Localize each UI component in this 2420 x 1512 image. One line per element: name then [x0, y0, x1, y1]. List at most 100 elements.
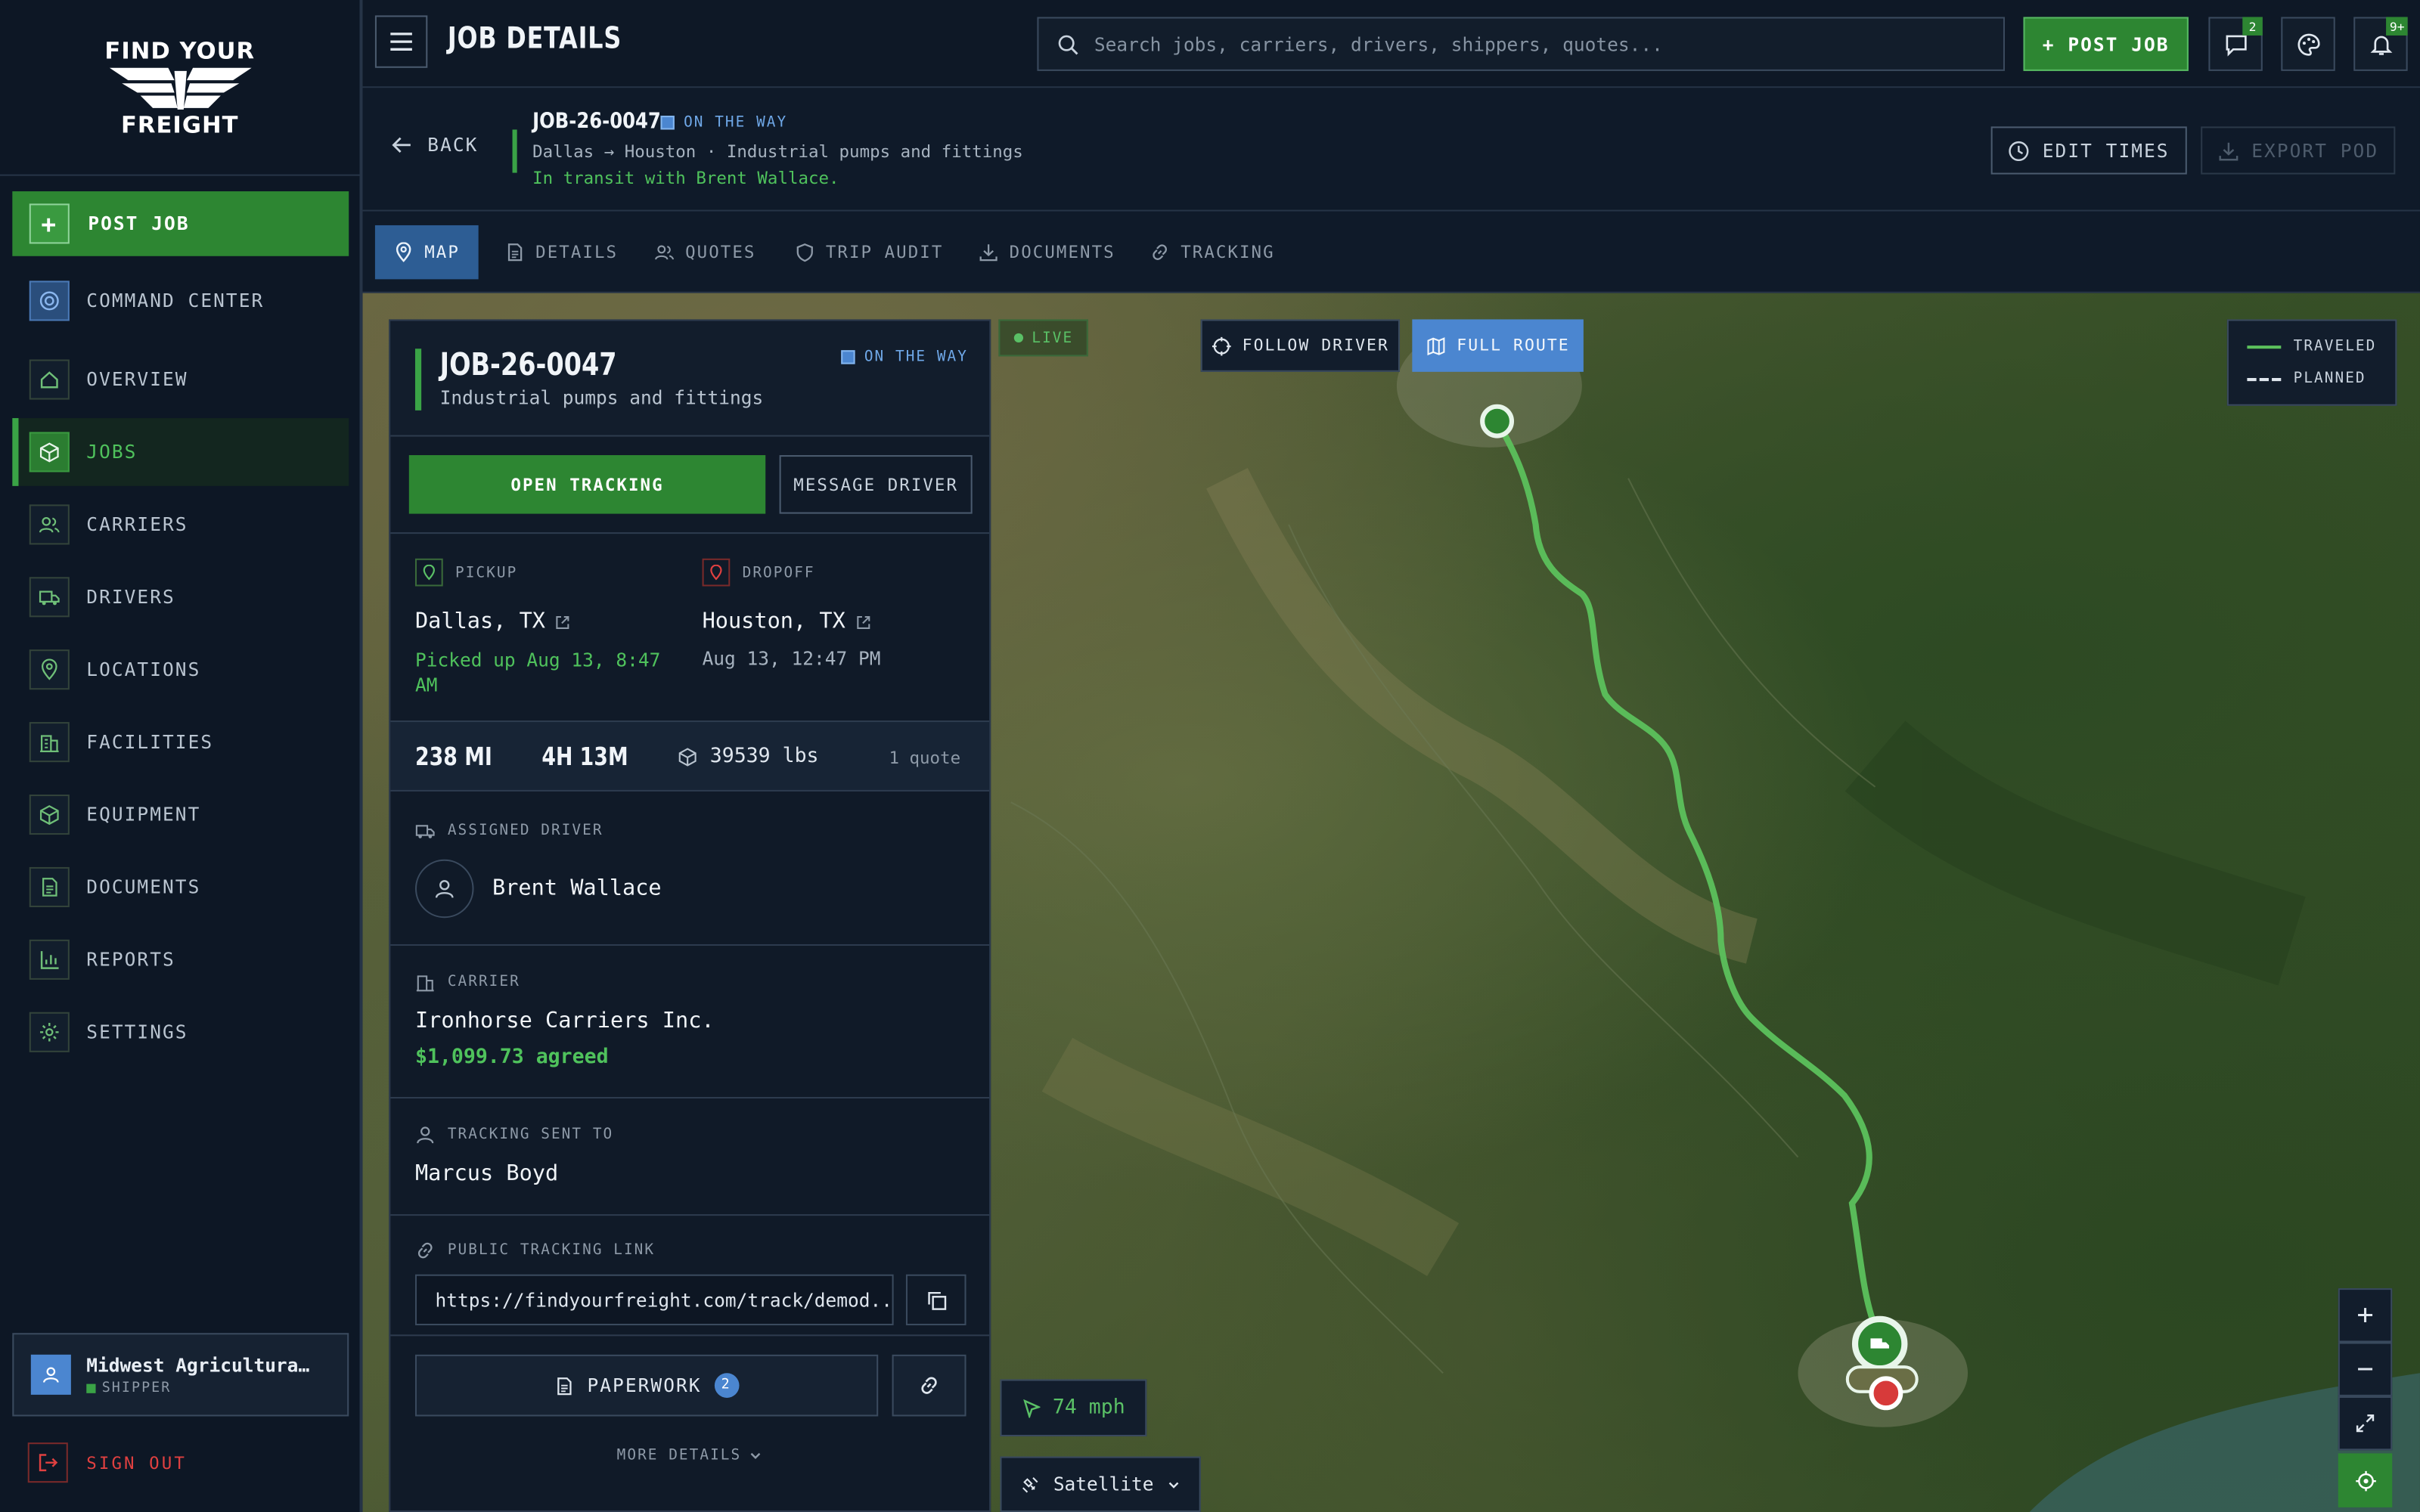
dropoff-city-text: Houston, TX — [702, 609, 845, 634]
sidebar-item-label: DOCUMENTS — [86, 876, 201, 898]
job-card-status-label: ON THE WAY — [864, 349, 968, 366]
job-card-header: JOB-26-0047 Industrial pumps and fitting… — [390, 321, 990, 437]
pickup-label: PICKUP — [414, 558, 518, 587]
map-layer-label: Satellite — [1053, 1473, 1154, 1495]
sidebar-item-reports[interactable]: REPORTS — [12, 925, 349, 993]
dropoff-city[interactable]: Houston, TX — [703, 609, 872, 634]
carrier-name[interactable]: Ironhorse Carriers Inc. — [415, 1009, 715, 1034]
sidebar-item-locations[interactable]: LOCATIONS — [12, 636, 349, 704]
tab-quotes[interactable]: QUOTES — [636, 225, 774, 279]
map-layer-select[interactable]: Satellite — [1000, 1456, 1201, 1512]
sidebar-item-command-center[interactable]: COMMAND CENTER — [12, 267, 349, 335]
sidebar-item-label: LOCATIONS — [86, 658, 201, 680]
sidebar-post-job-button[interactable]: + POST JOB — [12, 191, 349, 256]
zoom-out-button[interactable]: − — [2338, 1342, 2393, 1396]
sidebar-item-jobs[interactable]: JOBS — [12, 418, 349, 486]
shield-icon — [796, 243, 813, 262]
distance-stat: 238 MI — [414, 742, 492, 772]
logo-top-text: FIND YOUR — [104, 36, 256, 64]
map-pin-icon — [702, 558, 731, 587]
back-button[interactable]: BACK — [390, 135, 478, 156]
tab-details[interactable]: DETAILS — [486, 225, 637, 279]
map-icon — [1427, 336, 1445, 355]
recenter-button[interactable] — [2338, 1453, 2393, 1507]
sign-out-label: SIGN OUT — [86, 1452, 187, 1473]
tracking-link-field[interactable]: https://findyourfreight.com/track/demod.… — [414, 1274, 894, 1326]
speed-indicator: 74 mph — [1000, 1379, 1147, 1436]
pickup-label-text: PICKUP — [455, 563, 518, 581]
global-search[interactable] — [1037, 17, 2005, 71]
sidebar-item-label: EQUIPMENT — [86, 804, 201, 826]
tab-label: DETAILS — [535, 242, 619, 262]
sidebar: FIND YOUR FREIGHT + POST JOB COMMAND CEN… — [0, 0, 363, 1512]
user-avatar-icon — [30, 1354, 71, 1395]
assigned-driver-label: ASSIGNED DRIVER — [415, 821, 603, 841]
dropoff-marker[interactable] — [1869, 1376, 1903, 1411]
menu-toggle-button[interactable] — [374, 15, 428, 68]
tracking-sent-label: TRACKING SENT TO — [415, 1125, 613, 1145]
box-icon — [29, 432, 70, 472]
truck-position-marker[interactable] — [1851, 1315, 1908, 1372]
sidebar-item-facilities[interactable]: FACILITIES — [12, 708, 349, 776]
weight-stat-text: 39539 lbs — [709, 745, 819, 769]
logo-bottom-text: FREIGHT — [120, 110, 239, 138]
message-driver-button[interactable]: MESSAGE DRIVER — [779, 455, 973, 514]
sidebar-item-carriers[interactable]: CARRIERS — [12, 491, 349, 559]
sidebar-item-drivers[interactable]: DRIVERS — [12, 563, 349, 631]
user-account-card[interactable]: Midwest Agricultural... SHIPPER — [12, 1333, 349, 1417]
sidebar-item-overview[interactable]: OVERVIEW — [12, 345, 349, 414]
app-root: FIND YOUR FREIGHT + POST JOB COMMAND CEN… — [0, 0, 2420, 1512]
fullscreen-button[interactable] — [2338, 1396, 2393, 1451]
tab-tracking[interactable]: TRACKING — [1131, 225, 1293, 279]
palette-icon — [2297, 33, 2319, 55]
more-details-toggle[interactable]: MORE DETAILS — [390, 1447, 989, 1464]
messages-button[interactable]: 2 — [2208, 17, 2263, 71]
share-link-button[interactable] — [892, 1354, 966, 1417]
tab-documents[interactable]: DOCUMENTS — [960, 225, 1134, 279]
paperwork-button[interactable]: PAPERWORK 2 — [414, 1354, 879, 1417]
link-icon — [417, 1242, 433, 1259]
search-icon — [1058, 34, 1078, 54]
copy-link-button[interactable] — [905, 1274, 966, 1326]
planned-swatch — [2247, 376, 2282, 381]
sidebar-post-job-label: POST JOB — [88, 212, 190, 235]
job-header: BACK JOB-26-0047 ON THE WAY Dallas → Hou… — [362, 88, 2420, 212]
full-route-button[interactable]: FULL ROUTE — [1412, 319, 1584, 372]
wings-logo-icon — [108, 67, 251, 109]
pickup-city[interactable]: Dallas, TX — [415, 609, 572, 634]
follow-driver-button[interactable]: FOLLOW DRIVER — [1200, 319, 1401, 372]
edit-times-button[interactable]: EDIT TIMES — [1990, 126, 2187, 175]
quotes-stat: 1 quote — [889, 748, 961, 769]
sidebar-item-settings[interactable]: SETTINGS — [12, 998, 349, 1066]
more-details-label: MORE DETAILS — [616, 1447, 742, 1464]
sign-out-button[interactable]: SIGN OUT — [27, 1441, 337, 1484]
export-pod-label: EXPORT POD — [2251, 139, 2379, 162]
top-post-job-button[interactable]: + POST JOB — [2023, 17, 2189, 71]
carrier-price: $1,099.73 agreed — [414, 1046, 609, 1070]
public-link-label: PUBLIC TRACKING LINK — [415, 1241, 655, 1261]
tab-trip-audit[interactable]: TRIP AUDIT — [777, 225, 962, 279]
theme-button[interactable] — [2281, 17, 2335, 71]
file-icon — [507, 243, 523, 262]
job-id: JOB-26-0047 — [532, 109, 661, 135]
search-input[interactable] — [1094, 33, 1959, 55]
truck-icon — [29, 577, 70, 618]
open-tracking-button[interactable]: OPEN TRACKING — [408, 455, 766, 514]
notifications-button[interactable]: 9+ — [2353, 17, 2408, 71]
brand-logo[interactable]: FIND YOUR FREIGHT — [0, 0, 360, 176]
driver-name[interactable]: Brent Wallace — [492, 876, 662, 901]
sidebar-item-equipment[interactable]: EQUIPMENT — [12, 781, 349, 849]
job-stats-bar: 238 MI 4H 13M 39539 lbs 1 quote — [390, 720, 990, 792]
sidebar-item-documents[interactable]: DOCUMENTS — [12, 854, 349, 922]
tab-label: TRACKING — [1181, 242, 1275, 262]
pickup-marker[interactable] — [1480, 404, 1515, 438]
paperwork-count-badge: 2 — [713, 1373, 739, 1398]
tab-label: QUOTES — [685, 242, 756, 262]
export-pod-button[interactable]: EXPORT POD — [2201, 126, 2396, 175]
sidebar-item-label: COMMAND CENTER — [86, 290, 265, 312]
tab-map[interactable]: MAP — [374, 225, 479, 280]
notifications-badge: 9+ — [2386, 17, 2408, 36]
speed-value: 74 mph — [1052, 1396, 1125, 1420]
download-icon — [979, 244, 997, 262]
zoom-in-button[interactable]: + — [2338, 1288, 2393, 1343]
